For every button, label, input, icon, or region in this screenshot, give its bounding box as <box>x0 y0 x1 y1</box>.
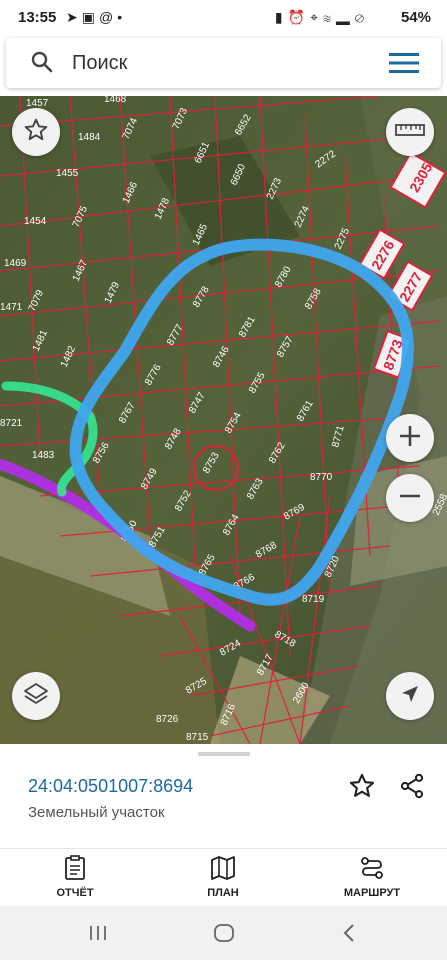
tab-plan-label: ПЛАН <box>207 887 239 899</box>
menu-icon[interactable] <box>389 52 419 79</box>
battery-level: 54% <box>400 9 431 26</box>
svg-text:1469: 1469 <box>4 258 27 269</box>
favorite-map-button[interactable] <box>12 108 60 156</box>
plus-icon <box>397 423 423 454</box>
minus-icon <box>397 483 423 514</box>
svg-text:8715: 8715 <box>186 732 209 743</box>
my-location-button[interactable] <box>386 672 434 720</box>
svg-text:8719: 8719 <box>302 594 325 605</box>
tab-plan[interactable]: ПЛАН <box>163 855 283 899</box>
map-canvas[interactable]: 1457 14681484 7074 7073 66521455 6651 2272 … <box>0 96 447 744</box>
tab-report[interactable]: ОТЧЁТ <box>15 855 135 899</box>
zoom-out-button[interactable] <box>386 474 434 522</box>
alarm-icon: ⏰ <box>287 9 311 25</box>
system-icons: ▮⏰⌖≋▂⊘ <box>275 9 369 26</box>
svg-text:1483: 1483 <box>32 450 55 461</box>
star-icon <box>349 773 375 797</box>
telegram-icon: ➤ <box>66 9 82 25</box>
recent-apps-icon <box>90 926 106 940</box>
svg-text:8721: 8721 <box>0 418 23 429</box>
svg-text:1468: 1468 <box>104 96 127 105</box>
dnd-icon: ⊘ <box>354 9 369 25</box>
status-time: 13:55 <box>18 9 57 26</box>
map-icon <box>211 856 235 880</box>
report-icon <box>65 855 85 880</box>
search-input[interactable]: Поиск <box>72 52 127 75</box>
bottom-tab-bar: ОТЧЁТ ПЛАН МАРШРУТ <box>0 848 447 907</box>
layers-button[interactable] <box>12 672 60 720</box>
share-icon <box>400 773 424 799</box>
svg-text:8770: 8770 <box>310 472 333 483</box>
svg-text:1484: 1484 <box>78 132 101 143</box>
location-icon: ⌖ <box>310 9 323 25</box>
tab-route-label: МАРШРУТ <box>343 887 401 899</box>
dot-icon: • <box>117 9 127 25</box>
system-nav-bar <box>0 906 447 960</box>
parcel-type: Земельный участок <box>28 804 165 821</box>
svg-text:8726: 8726 <box>156 714 179 725</box>
tab-route[interactable]: МАРШРУТ <box>312 855 432 899</box>
recent-apps-button[interactable] <box>88 924 108 947</box>
search-icon[interactable] <box>30 50 54 79</box>
back-button[interactable] <box>340 923 358 948</box>
wifi-icon: ≋ <box>322 9 336 25</box>
svg-text:1455: 1455 <box>56 168 79 179</box>
battery-saver-icon: ▮ <box>274 9 288 25</box>
parcel-info-sheet[interactable]: 24:04:0501007:8694 Земельный участок <box>0 744 447 848</box>
route-icon <box>361 857 383 879</box>
ruler-icon <box>395 122 425 143</box>
navigation-arrow-icon <box>398 682 422 711</box>
star-icon <box>23 117 49 148</box>
svg-text:1454: 1454 <box>24 216 47 227</box>
ruler-button[interactable] <box>386 108 434 156</box>
share-button[interactable] <box>398 772 426 805</box>
signal-icon: ▂ <box>335 9 355 25</box>
cadastral-number[interactable]: 24:04:0501007:8694 <box>28 776 193 797</box>
tab-report-label: ОТЧЁТ <box>56 887 94 899</box>
search-bar[interactable]: Поиск <box>6 38 441 88</box>
notification-icons: ➤▣@• <box>66 9 126 26</box>
map-view[interactable]: 1457 1468 1484 7074 7073 6652 1455 6651 2272 … <box>0 96 447 744</box>
favorite-parcel-button[interactable] <box>348 772 376 805</box>
sheet-handle[interactable] <box>198 752 250 756</box>
home-button[interactable] <box>213 923 235 948</box>
layers-icon <box>22 680 50 713</box>
status-bar: 13:55 ➤▣@• ▮⏰⌖≋▂⊘ 54% <box>0 0 447 36</box>
at-icon: @ <box>98 9 118 25</box>
svg-text:1471: 1471 <box>0 302 23 313</box>
home-icon <box>214 924 234 942</box>
zoom-in-button[interactable] <box>386 414 434 462</box>
gallery-icon: ▣ <box>81 9 99 25</box>
back-icon <box>343 924 354 942</box>
